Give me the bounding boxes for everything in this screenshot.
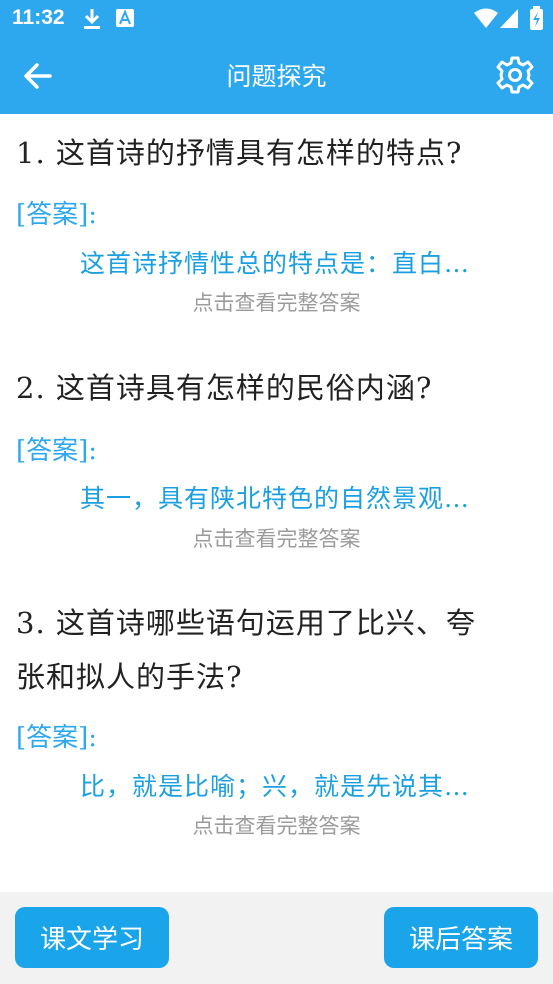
app-bar: 问题探究 bbox=[0, 38, 553, 114]
after-class-answers-button[interactable]: 课后答案 bbox=[384, 907, 538, 968]
question-text-line-1: 3. 这首诗哪些语句运用了比兴、夸 bbox=[16, 606, 476, 640]
answer-label: [答案]: bbox=[16, 200, 98, 230]
questions-list: 1. 这首诗的抒情具有怎样的特点? [答案]: 这首诗抒情性总的特点是：直白… … bbox=[0, 114, 553, 892]
accessibility-a-icon bbox=[116, 9, 134, 27]
answer-preview: 其一，具有陕北特色的自然景观… bbox=[80, 484, 471, 513]
answer-preview: 这首诗抒情性总的特点是：直白… bbox=[80, 249, 471, 278]
question-text-line-2: 张和拟人的手法? bbox=[16, 660, 243, 694]
battery-icon bbox=[530, 6, 543, 30]
status-bar: 11:32 bbox=[0, 0, 553, 38]
answer-label: [答案]: bbox=[16, 436, 98, 466]
question-text: 1. 这首诗的抒情具有怎样的特点? bbox=[16, 136, 463, 170]
gear-icon[interactable] bbox=[495, 55, 535, 95]
bottom-bar: 课文学习 课后答案 bbox=[0, 892, 553, 984]
download-icon bbox=[84, 9, 100, 29]
text-study-button[interactable]: 课文学习 bbox=[15, 907, 169, 968]
answer-label: [答案]: bbox=[16, 723, 98, 753]
view-full-answer-link[interactable]: 点击查看完整答案 bbox=[0, 810, 553, 840]
page-title: 问题探究 bbox=[226, 62, 327, 91]
view-full-answer-link[interactable]: 点击查看完整答案 bbox=[0, 287, 553, 317]
signal-icon bbox=[500, 9, 518, 28]
answer-preview: 比，就是比喻；兴，就是先说其… bbox=[80, 772, 471, 801]
question-text: 2. 这首诗具有怎样的民俗内涵? bbox=[16, 371, 433, 405]
view-full-answer-link[interactable]: 点击查看完整答案 bbox=[0, 523, 553, 553]
wifi-icon bbox=[474, 8, 498, 28]
status-time: 11:32 bbox=[12, 6, 65, 29]
